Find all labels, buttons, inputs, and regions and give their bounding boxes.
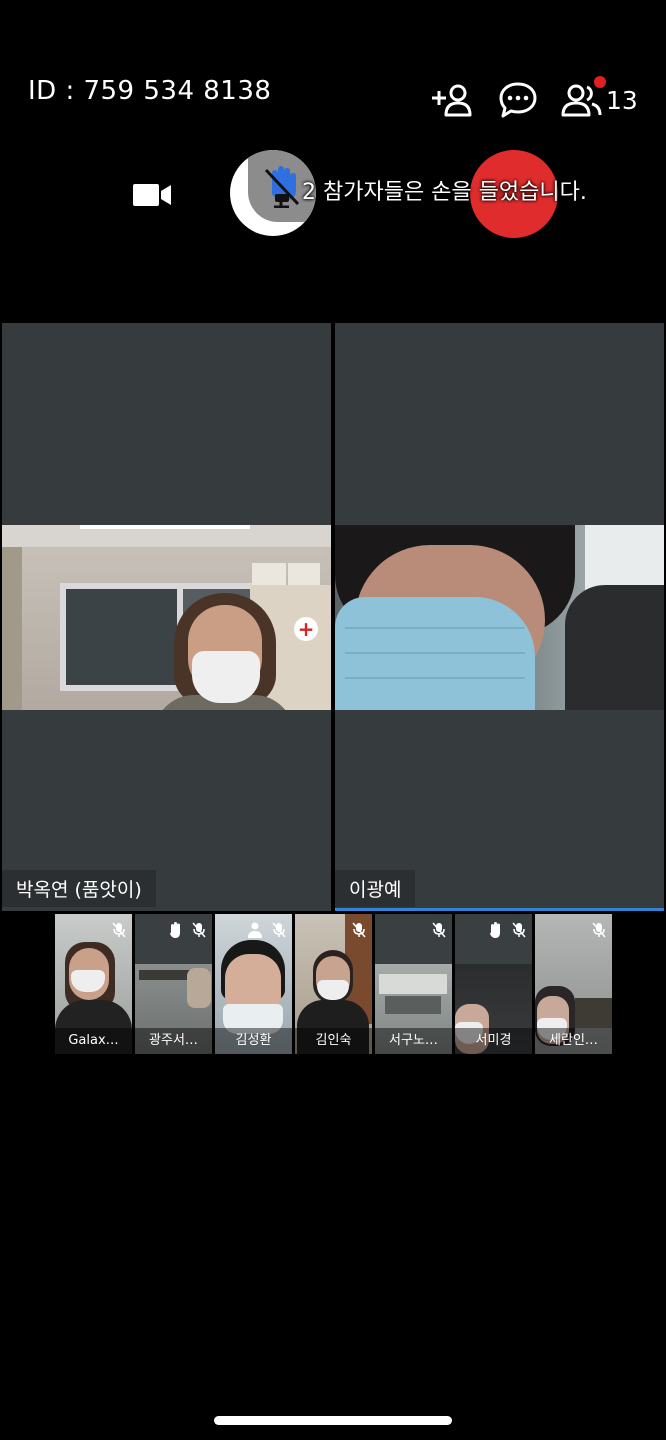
participants-button[interactable]: 13 — [560, 76, 650, 120]
mic-off-icon — [432, 922, 446, 938]
thumbnail-tile[interactable]: 세란인… — [535, 914, 612, 1054]
thumbnail-tile[interactable]: 김인숙 — [295, 914, 372, 1054]
video-feed — [335, 525, 664, 710]
thumbnail-tile[interactable]: 김성환 — [215, 914, 292, 1054]
notification-dot — [594, 76, 606, 88]
thumbnail-name: 서구노… — [375, 1028, 452, 1054]
thumbnail-tile[interactable]: Galax… — [55, 914, 132, 1054]
raise-hand-icon — [488, 922, 502, 938]
chat-button[interactable] — [496, 80, 540, 120]
thumbnail-name: 세란인… — [535, 1028, 612, 1054]
video-tile-speaker-1[interactable]: + 박옥연 (품앗이) — [2, 323, 331, 911]
video-feed: + — [2, 525, 331, 710]
video-tile-speaker-2[interactable]: 이광예 — [335, 323, 664, 911]
participant-count: 13 — [606, 85, 638, 115]
mic-off-icon — [112, 922, 126, 938]
mic-off-icon — [512, 922, 526, 938]
chat-icon — [499, 82, 537, 118]
camera-button[interactable] — [128, 176, 176, 214]
thumbnail-name: Galax… — [55, 1028, 132, 1054]
mic-off-icon — [192, 922, 206, 938]
person-icon — [248, 922, 262, 938]
add-participant-button[interactable] — [430, 80, 474, 120]
mic-off-icon — [272, 922, 286, 938]
raised-hands-notice: 2 참가자들은 손을 들었습니다. — [302, 180, 587, 205]
add-person-icon — [432, 84, 472, 117]
video-camera-icon — [133, 184, 171, 206]
participant-name-tag: 이광예 — [335, 870, 416, 907]
raise-hand-icon — [168, 922, 182, 938]
mic-off-icon — [352, 922, 366, 938]
active-speaker-indicator — [335, 908, 664, 911]
thumbnail-tile[interactable]: 서구노… — [375, 914, 452, 1054]
thumbnail-tile[interactable]: 광주서… — [135, 914, 212, 1054]
meeting-id: ID : 759 534 8138 — [28, 76, 272, 106]
thumbnail-name: 광주서… — [135, 1028, 212, 1054]
home-indicator[interactable] — [214, 1416, 452, 1425]
thumbnail-name: 김인숙 — [295, 1028, 372, 1054]
participant-name-tag: 박옥연 (품앗이) — [2, 870, 156, 907]
thumbnail-tile[interactable]: 서미경 — [455, 914, 532, 1054]
mic-off-icon — [592, 922, 606, 938]
thumbnail-name: 김성환 — [215, 1028, 292, 1054]
mic-off-icon — [264, 166, 300, 208]
thumbnail-name: 서미경 — [455, 1028, 532, 1054]
